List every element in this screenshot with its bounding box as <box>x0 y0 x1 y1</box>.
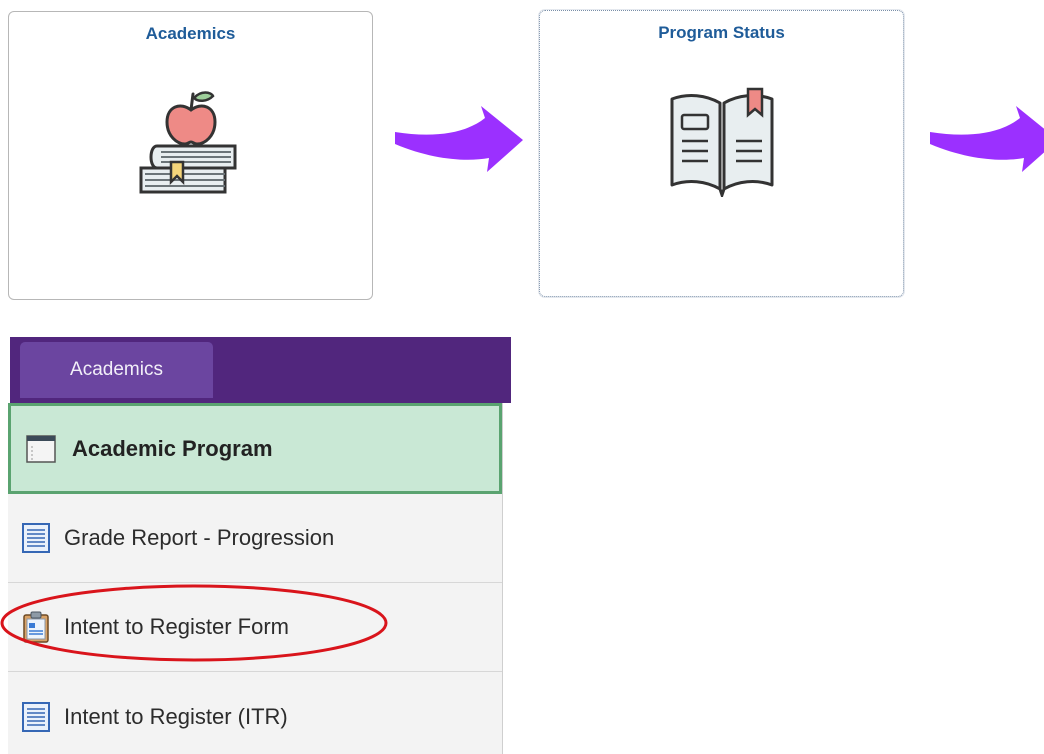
nav-item-label: Intent to Register (ITR) <box>64 703 288 729</box>
nav-item-label: Grade Report - Progression <box>64 525 335 550</box>
document-list-icon <box>22 701 50 732</box>
open-book-icon <box>662 85 782 202</box>
nav-list: Academic Program Grade Report - Progress… <box>8 403 503 754</box>
nav-item-label: Academic Program <box>72 435 273 461</box>
program-status-tile-title: Program Status <box>658 23 785 42</box>
page: Academics Program Status Academics Acade… <box>0 0 1044 754</box>
nav-item-label: Intent to Register Form <box>64 614 289 639</box>
nav-item-intent-to-register-form[interactable]: Intent to Register Form <box>8 583 502 672</box>
flow-arrow-icon <box>393 104 525 179</box>
clipboard-form-icon <box>22 611 50 643</box>
tab-academics[interactable]: Academics <box>20 342 213 398</box>
flow-arrow-icon <box>928 104 1044 179</box>
nav-item-intent-to-register-itr[interactable]: Intent to Register (ITR) <box>8 672 502 754</box>
academics-tile-title: Academics <box>145 24 236 43</box>
calendar-icon <box>26 434 56 464</box>
nav-header: Academics <box>10 337 511 403</box>
nav-item-academic-program[interactable]: Academic Program <box>8 403 502 494</box>
academics-tile[interactable]: Academics <box>8 11 373 300</box>
program-status-tile[interactable]: Program Status <box>539 10 904 297</box>
books-apple-icon <box>135 90 247 215</box>
nav-item-grade-report[interactable]: Grade Report - Progression <box>8 494 502 583</box>
document-list-icon <box>22 523 50 553</box>
